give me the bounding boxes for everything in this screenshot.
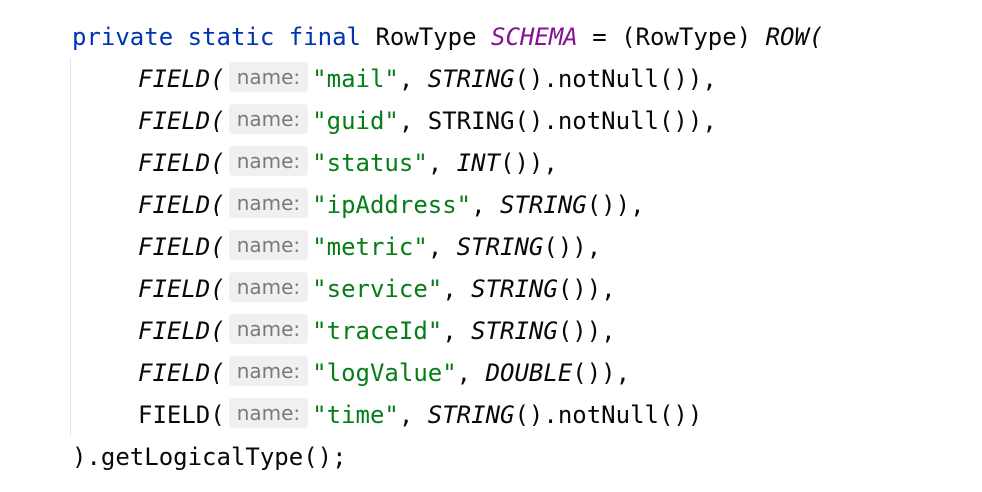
type-call: STRING xyxy=(471,317,558,345)
assign-operator: = xyxy=(577,23,622,51)
row-call: ROW xyxy=(765,23,809,51)
comma: , xyxy=(456,359,486,387)
open-paren: ( xyxy=(210,191,225,219)
code-line-declaration[interactable]: private static final RowType SCHEMA = (R… xyxy=(72,17,823,57)
parameter-name-hint: name: xyxy=(228,398,309,428)
field-call: FIELD xyxy=(138,233,211,261)
field-name-string: "ipAddress" xyxy=(312,191,472,219)
parameter-name-hint: name: xyxy=(228,188,309,218)
call-suffix: ()), xyxy=(557,275,616,303)
open-paren: ( xyxy=(210,359,225,387)
field-name-string: "traceId" xyxy=(312,317,443,345)
field-call: FIELD xyxy=(138,191,211,219)
parameter-name-hint: name: xyxy=(228,272,309,302)
type-name: RowType xyxy=(375,23,477,51)
call-suffix: ()), xyxy=(500,149,558,177)
code-line-field[interactable]: FIELD(name: "status", INT()), xyxy=(72,143,558,183)
comma: , xyxy=(471,191,501,219)
type-call: STRING xyxy=(456,233,544,261)
code-line-field[interactable]: FIELD(name: "time", STRING().notNull()) xyxy=(72,395,702,435)
type-cast: (RowType) xyxy=(621,23,752,51)
parameter-name-hint: name: xyxy=(228,146,309,176)
code-editor[interactable]: private static final RowType SCHEMA = (R… xyxy=(0,0,982,492)
open-paren: ( xyxy=(808,23,824,51)
comma: , xyxy=(427,149,457,177)
field-name-string: "metric" xyxy=(312,233,428,261)
type-call: STRING xyxy=(427,65,515,93)
code-line-field[interactable]: FIELD(name: "ipAddress", STRING()), xyxy=(72,185,645,225)
parameter-name-hint: name: xyxy=(228,314,309,344)
comma: , xyxy=(442,317,472,345)
field-name-string: "mail" xyxy=(312,65,399,93)
field-call: FIELD xyxy=(138,107,211,135)
code-line-field[interactable]: FIELD(name: "mail", STRING().notNull()), xyxy=(72,59,717,99)
field-call: FIELD xyxy=(138,149,211,177)
open-paren: ( xyxy=(210,65,225,93)
field-call: FIELD xyxy=(138,275,211,303)
parameter-name-hint: name: xyxy=(228,230,309,260)
comma: , xyxy=(398,107,428,135)
open-paren: ( xyxy=(210,107,225,135)
parameter-name-hint: name: xyxy=(228,62,309,92)
open-paren: ( xyxy=(210,401,225,429)
field-name-string: "time" xyxy=(312,401,399,429)
field-name-string: "service" xyxy=(312,275,443,303)
call-suffix: ()), xyxy=(557,317,616,345)
code-line-field[interactable]: FIELD(name: "metric", STRING()), xyxy=(72,227,601,267)
modifiers-keyword: private static final xyxy=(72,23,361,51)
type-call: DOUBLE xyxy=(485,359,573,387)
call-suffix: ()), xyxy=(572,359,631,387)
call-suffix: ().notNull()) xyxy=(514,401,703,429)
code-line-field[interactable]: FIELD(name: "service", STRING()), xyxy=(72,269,616,309)
type-call: STRING xyxy=(427,401,515,429)
field-name-string: "status" xyxy=(312,149,428,177)
type-call: STRING xyxy=(471,275,558,303)
field-name-string: "logValue" xyxy=(312,359,457,387)
parameter-name-hint: name: xyxy=(228,104,309,134)
closing-call: ).getLogicalType(); xyxy=(72,443,347,471)
comma: , xyxy=(442,275,472,303)
open-paren: ( xyxy=(210,275,225,303)
code-line-field[interactable]: FIELD(name: "traceId", STRING()), xyxy=(72,311,616,351)
field-call: FIELD xyxy=(138,401,211,429)
comma: , xyxy=(427,233,457,261)
comma: , xyxy=(398,401,428,429)
field-name-string: "guid" xyxy=(312,107,399,135)
field-call: FIELD xyxy=(138,359,211,387)
call-suffix: ().notNull()), xyxy=(514,107,717,135)
type-call: STRING xyxy=(427,107,515,135)
type-call: INT xyxy=(456,149,501,177)
call-suffix: ().notNull()), xyxy=(514,65,717,93)
schema-constant: SCHEMA xyxy=(491,23,578,51)
parameter-name-hint: name: xyxy=(228,356,309,386)
code-line-field[interactable]: FIELD(name: "logValue", DOUBLE()), xyxy=(72,353,630,393)
open-paren: ( xyxy=(210,149,225,177)
field-call: FIELD xyxy=(138,65,211,93)
open-paren: ( xyxy=(210,233,225,261)
type-call: STRING xyxy=(500,191,587,219)
call-suffix: ()), xyxy=(586,191,645,219)
comma: , xyxy=(398,65,428,93)
call-suffix: ()), xyxy=(543,233,602,261)
indent-guide xyxy=(70,58,71,436)
code-line-closing[interactable]: ).getLogicalType(); xyxy=(72,437,347,477)
open-paren: ( xyxy=(210,317,225,345)
field-call: FIELD xyxy=(138,317,211,345)
code-line-field[interactable]: FIELD(name: "guid", STRING().notNull()), xyxy=(72,101,717,141)
